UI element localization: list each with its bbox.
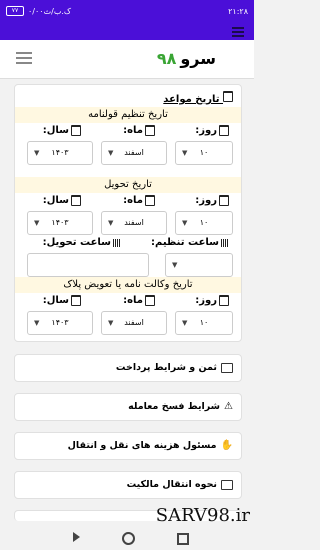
row-cancellation[interactable]: ⚠ شرایط فسخ معامله xyxy=(14,393,242,421)
calendar-check-icon xyxy=(145,125,155,136)
month-select-2[interactable]: ▼ اسفند xyxy=(101,211,167,235)
label-year-1: سال: xyxy=(43,125,81,136)
transfer-icon xyxy=(221,479,233,490)
calendar-check-icon xyxy=(145,295,155,306)
chevron-down-icon: ▼ xyxy=(34,219,40,227)
section-power-of-attorney-date: تاریخ وکالت نامه یا تعویض پلاک xyxy=(15,277,241,293)
home-icon[interactable] xyxy=(122,532,135,545)
calendar-x-icon xyxy=(71,195,81,206)
barcode-icon xyxy=(113,238,121,247)
nav-bar xyxy=(0,526,254,550)
watermark: SARV98.ir xyxy=(155,505,250,526)
chevron-down-icon: ▼ xyxy=(34,319,40,327)
row-ownership-transfer[interactable]: نحوه انتقال مالکیت xyxy=(14,471,242,499)
status-bar: ٧٧ ۰/۰۰ک.ب/ث ۲۱:۲۸ xyxy=(0,0,254,24)
header: سرو۹۸ xyxy=(0,40,254,79)
section-delivery-date: تاریخ تحویل xyxy=(15,177,241,193)
chevron-down-icon: ▼ xyxy=(182,319,188,327)
chevron-down-icon: ▼ xyxy=(172,261,178,269)
month-select-3[interactable]: ▼ اسفند xyxy=(101,311,167,335)
section-contract-date: تاریخ تنظیم قولنامه xyxy=(15,107,241,123)
row-transfer-costs[interactable]: ✋ مسئول هزینه های نقل و انتقال xyxy=(14,432,242,460)
money-icon xyxy=(221,362,233,373)
app-bar xyxy=(0,24,254,40)
chevron-down-icon: ▼ xyxy=(34,149,40,157)
dates-title-text: تاریخ مواعد xyxy=(163,94,220,105)
status-left: ٧٧ ۰/۰۰ک.ب/ث xyxy=(6,6,71,16)
calendar-x-icon xyxy=(71,295,81,306)
day-select-1[interactable]: ▼ ۱۰ xyxy=(175,141,233,165)
year-select-1[interactable]: ▼ ۱۴۰۳ xyxy=(27,141,93,165)
barcode-icon xyxy=(221,238,229,247)
calendar-x-icon xyxy=(71,125,81,136)
calendar-icon xyxy=(219,195,229,206)
handshake-icon: ✋ xyxy=(220,440,233,451)
year-select-2[interactable]: ▼ ۱۴۰۳ xyxy=(27,211,93,235)
chevron-down-icon: ▼ xyxy=(182,219,188,227)
calendar-icon xyxy=(223,91,233,102)
label-day-2: روز: xyxy=(195,195,229,206)
label-year-3: سال: xyxy=(43,295,81,306)
calendar-icon xyxy=(219,125,229,136)
day-select-3[interactable]: ▼ ۱۰ xyxy=(175,311,233,335)
year-select-3[interactable]: ▼ ۱۴۰۳ xyxy=(27,311,93,335)
calendar-icon xyxy=(219,295,229,306)
status-time: ۲۱:۲۸ xyxy=(228,7,248,16)
day-select-2[interactable]: ▼ ۱۰ xyxy=(175,211,233,235)
chevron-down-icon: ▼ xyxy=(108,149,114,157)
time-set-select[interactable]: ▼ xyxy=(165,253,233,277)
chevron-down-icon: ▼ xyxy=(108,319,114,327)
calendar-check-icon xyxy=(145,195,155,206)
battery-icon: ٧٧ xyxy=(6,6,24,16)
brand-number: ۹۸ xyxy=(156,49,177,68)
recent-apps-icon[interactable] xyxy=(177,533,189,545)
brand-logo[interactable]: سرو۹۸ xyxy=(157,49,216,68)
label-month-2: ماه: xyxy=(123,195,155,206)
dates-title[interactable]: تاریخ مواعد xyxy=(163,91,233,105)
chevron-down-icon: ▼ xyxy=(108,219,114,227)
label-month-3: ماه: xyxy=(123,295,155,306)
menu-icon[interactable] xyxy=(232,27,244,37)
label-year-2: سال: xyxy=(43,195,81,206)
label-day-3: روز: xyxy=(195,295,229,306)
brand-text: سرو xyxy=(180,49,216,68)
label-time-set: ساعت تنظیم: xyxy=(151,237,229,248)
back-icon[interactable] xyxy=(73,532,80,542)
label-month-1: ماه: xyxy=(123,125,155,136)
chevron-down-icon: ▼ xyxy=(182,149,188,157)
month-select-1[interactable]: ▼ اسفند xyxy=(101,141,167,165)
row-payment[interactable]: ثمن و شرایط پرداخت xyxy=(14,354,242,382)
label-time-delivery: ساعت تحویل: xyxy=(43,237,121,248)
dates-card: تاریخ مواعد تاریخ تنظیم قولنامه روز: ماه… xyxy=(14,84,242,342)
time-delivery-input[interactable] xyxy=(27,253,149,277)
label-day-1: روز: xyxy=(195,125,229,136)
status-left-text: ۰/۰۰ک.ب/ث xyxy=(28,6,72,16)
hamburger-icon[interactable] xyxy=(16,52,32,64)
warning-icon: ⚠ xyxy=(224,401,233,412)
